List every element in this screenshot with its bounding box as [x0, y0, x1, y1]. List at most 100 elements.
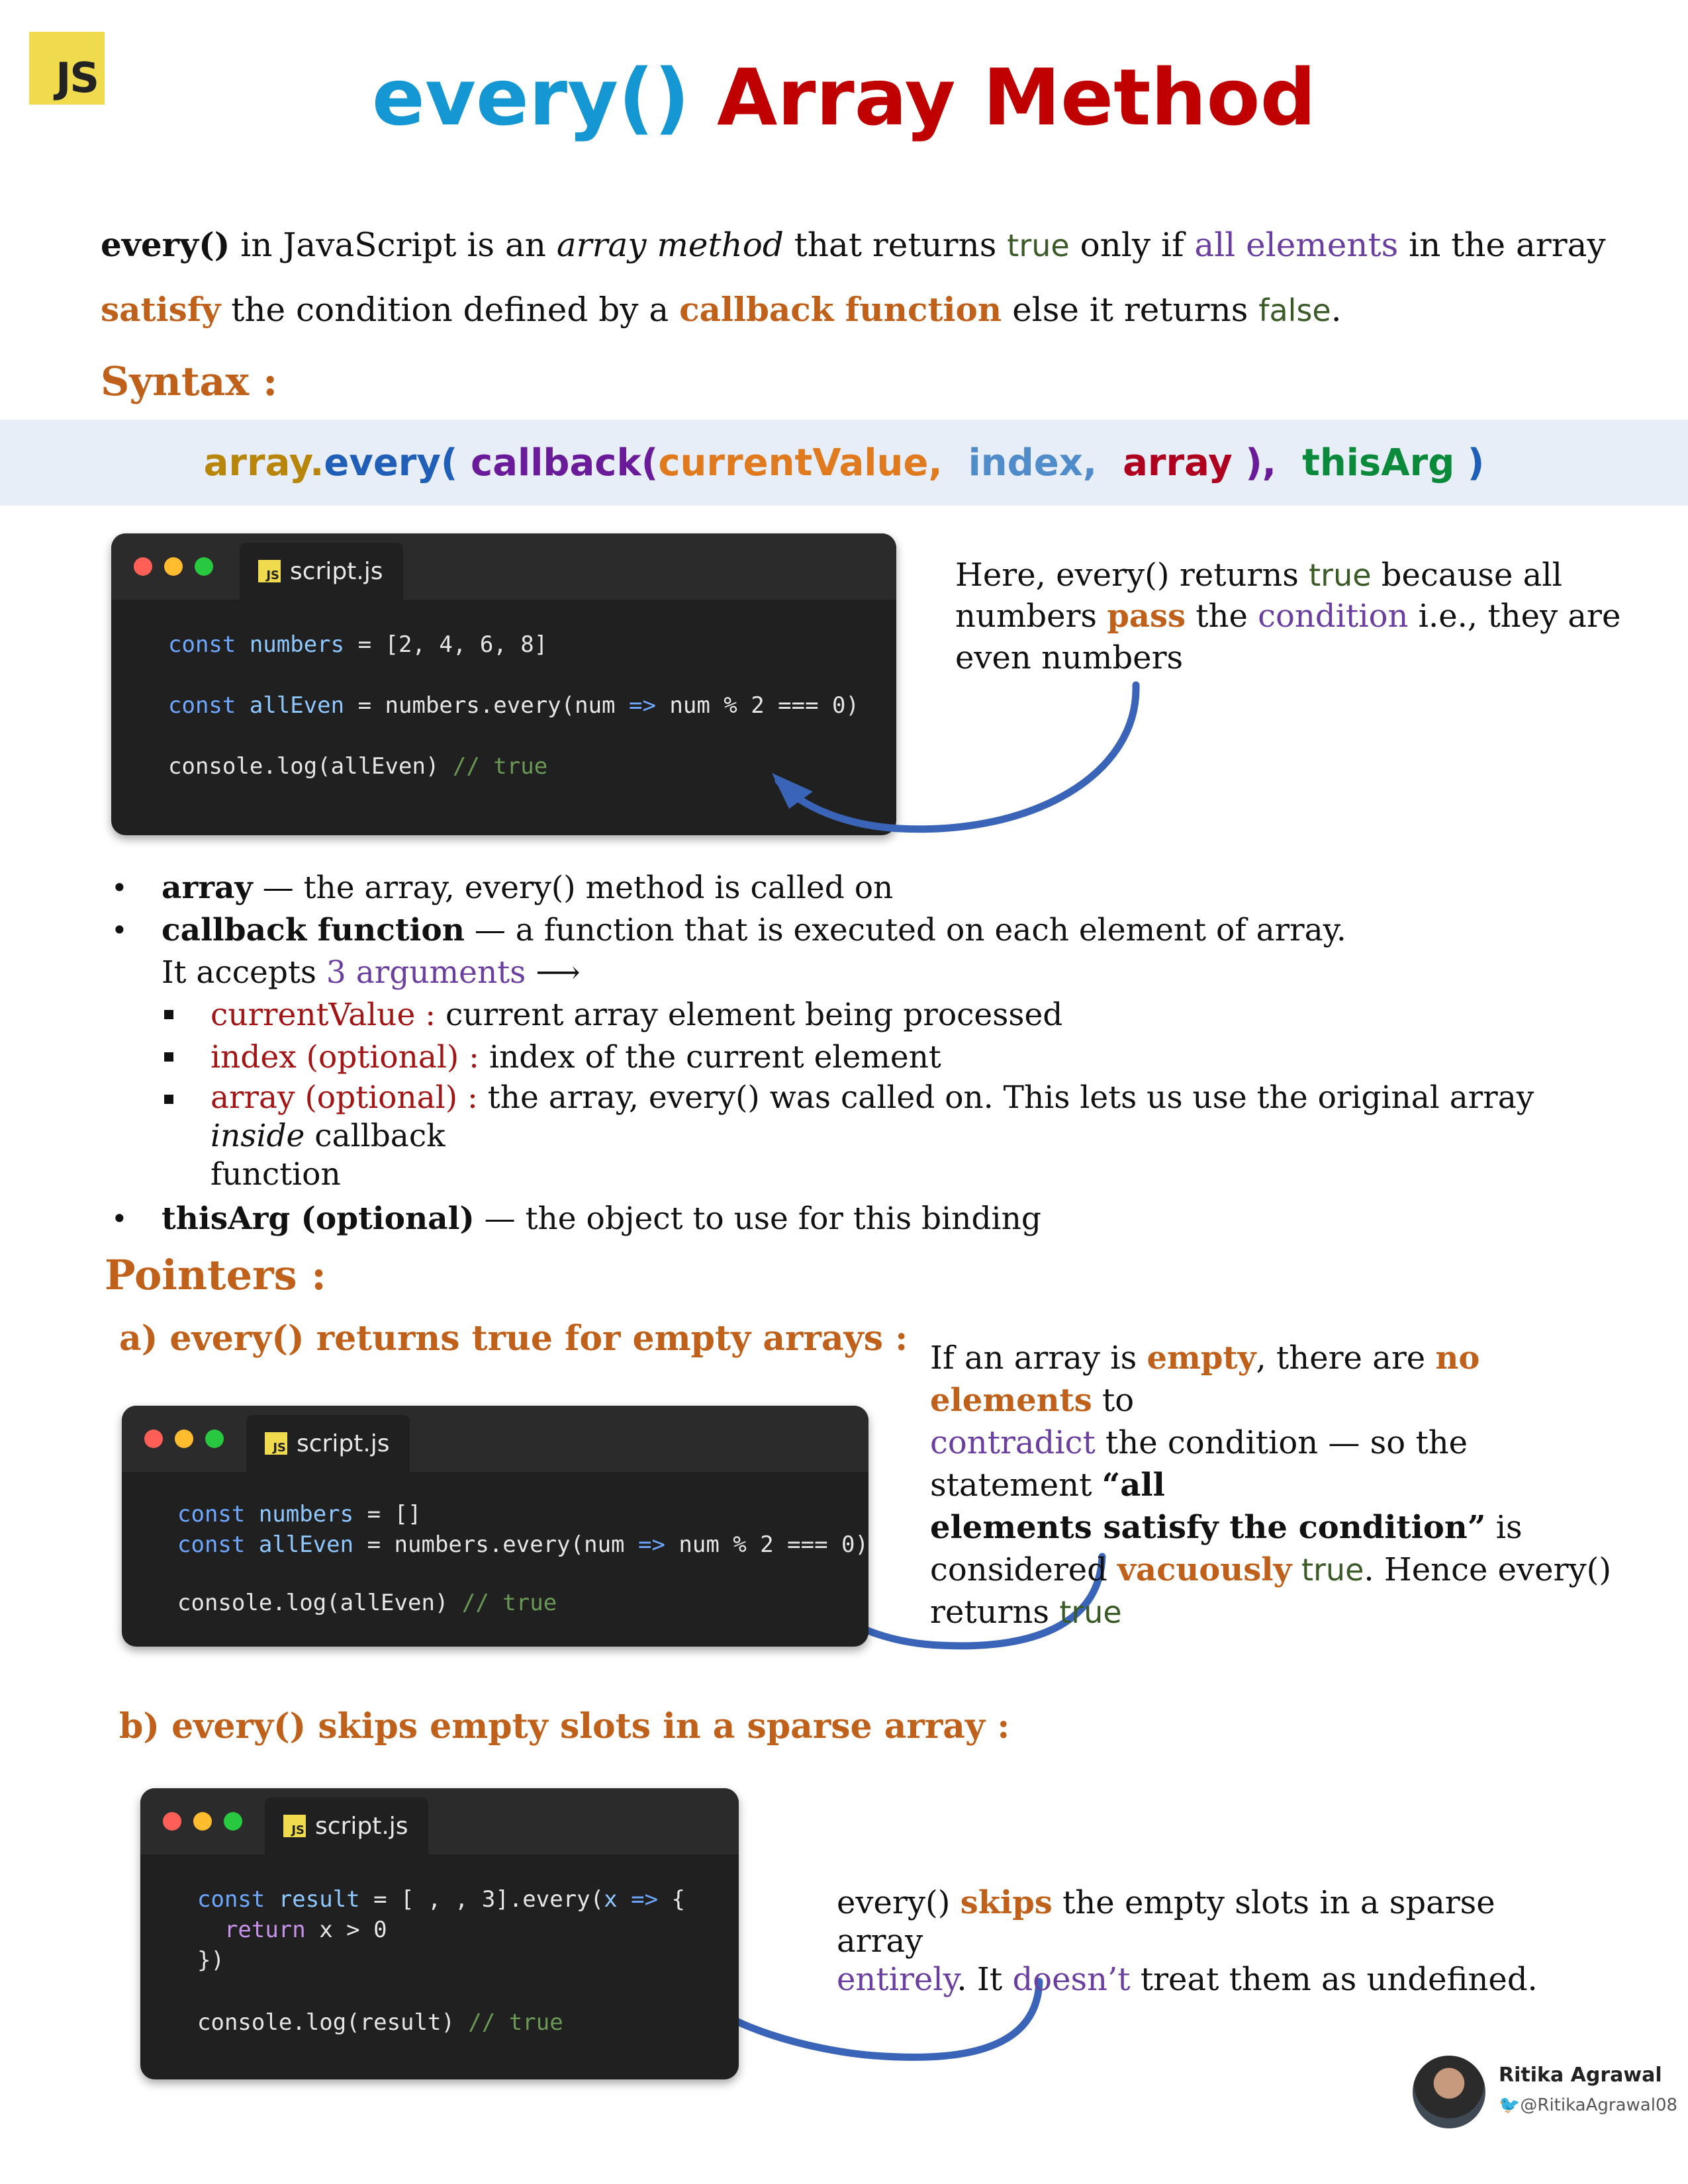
bullet-icon: •	[111, 914, 128, 946]
param-desc: — the object to use for this binding	[474, 1201, 1041, 1237]
arg-desc: callback	[305, 1118, 445, 1154]
maximize-dot-icon	[205, 1430, 224, 1448]
tab-script-js[interactable]: JS script.js	[265, 1797, 428, 1854]
expr: })	[197, 1947, 224, 1974]
code-window-2: JS script.js const numbers = [] const all…	[122, 1406, 868, 1647]
note-quote: “all	[1102, 1467, 1165, 1504]
list-item: • callback function — a function that is …	[106, 909, 1595, 952]
arg-desc: index of the current element	[479, 1039, 941, 1075]
arrow: =>	[631, 1886, 659, 1913]
note-2: If an array is empty, there are no eleme…	[930, 1337, 1632, 1633]
var: x	[604, 1886, 618, 1913]
call: console.log(result)	[197, 2009, 469, 2036]
author-handle: @RitikaAgrawal08	[1520, 2095, 1678, 2115]
expr: {	[658, 1886, 685, 1913]
avatar	[1413, 2056, 1485, 2128]
pointer-b-heading: b) every() skips empty slots in a sparse…	[119, 1706, 1010, 1747]
arg-name: currentValue :	[211, 997, 436, 1033]
arrow: =>	[638, 1531, 665, 1558]
arg-desc: the array, every() was called on. This l…	[477, 1079, 1534, 1116]
sub-list-item: array (optional) : the array, every() wa…	[106, 1079, 1595, 1194]
code-line: return x > 0	[197, 1917, 387, 1943]
kw: const	[197, 1886, 265, 1913]
arg-name: index (optional) :	[211, 1039, 480, 1075]
arg-desc: function	[211, 1156, 341, 1193]
note-contradict: contradict	[930, 1424, 1096, 1461]
square-bullet-icon	[164, 1095, 173, 1104]
param-desc: — the array, every() method is called on	[252, 870, 894, 906]
expr: = []	[353, 1501, 422, 1527]
comment: // true	[461, 1590, 557, 1616]
note-quote: elements satisfy the condition”	[930, 1509, 1486, 1546]
minimize-dot-icon	[175, 1430, 193, 1448]
square-bullet-icon	[164, 1010, 173, 1019]
tab-label: script.js	[297, 1430, 390, 1457]
list-item: • thisArg (optional) — the object to use …	[106, 1198, 1595, 1240]
kw: const	[177, 1531, 246, 1558]
expr: = [ , , 3].every(	[359, 1886, 604, 1913]
code-window-3: JS script.js const result = [ , , 3].ever…	[140, 1788, 739, 2079]
param-name: callback function	[162, 912, 465, 948]
note-text: . Hence every()	[1364, 1551, 1612, 1588]
code-titlebar: JS script.js	[140, 1788, 739, 1854]
bullet-icon: •	[111, 1203, 128, 1235]
author-name: Ritika Agrawal	[1499, 2064, 1662, 2087]
note-skips: skips	[960, 1884, 1053, 1921]
arrow-right-icon: ⟶	[526, 954, 581, 991]
var: numbers	[245, 1501, 354, 1527]
kw: const	[177, 1501, 246, 1527]
param-name: array	[162, 870, 253, 906]
note-empty: empty	[1147, 1340, 1256, 1377]
curved-arrow-icon	[774, 681, 1140, 833]
note-true: true	[1059, 1594, 1122, 1630]
close-dot-icon	[144, 1430, 163, 1448]
expr: x > 0	[305, 1917, 387, 1943]
code-line: const result = [ , , 3].every(x => {	[197, 1886, 685, 1913]
maximize-dot-icon	[224, 1812, 242, 1831]
js-file-icon: JS	[283, 1815, 306, 1837]
code-line: console.log(result) // true	[197, 2009, 563, 2036]
code-line: console.log(allEven) // true	[177, 1590, 557, 1616]
minimize-dot-icon	[193, 1812, 212, 1831]
expr	[618, 1886, 631, 1913]
square-bullet-icon	[164, 1052, 173, 1062]
sub-list-item: index (optional) : index of the current …	[106, 1036, 1595, 1079]
note-text: returns	[930, 1594, 1060, 1631]
author-handle-row[interactable]: 🐦@RitikaAgrawal08	[1499, 2095, 1677, 2115]
arg-desc-italic: inside	[211, 1118, 305, 1154]
code-titlebar: JS script.js	[122, 1406, 868, 1472]
param-desc: It accepts	[162, 954, 326, 991]
note-text: If an array is	[930, 1340, 1147, 1377]
kw: return	[197, 1917, 306, 1943]
code-line: })	[197, 1947, 224, 1974]
note-doesnt: doesn’t	[1012, 1961, 1131, 1998]
note-text: is	[1485, 1509, 1523, 1546]
note-text: considered	[930, 1551, 1118, 1588]
var: allEven	[245, 1531, 354, 1558]
parameter-list: • array — the array, every() method is ca…	[106, 867, 1595, 1240]
pointers-heading: Pointers :	[105, 1251, 327, 1299]
tab-script-js[interactable]: JS script.js	[246, 1415, 410, 1472]
pointer-a-heading: a) every() returns true for empty arrays…	[119, 1318, 908, 1359]
list-item: • array — the array, every() method is ca…	[106, 867, 1595, 909]
list-item-continuation: It accepts 3 arguments ⟶	[106, 952, 1595, 994]
param-desc: — a function that is executed on each el…	[464, 912, 1346, 948]
expr: num % 2 === 0)	[665, 1531, 868, 1558]
param-count: 3 arguments	[326, 954, 526, 991]
note-entirely: entirely	[837, 1961, 957, 1998]
note-text: every()	[837, 1884, 961, 1921]
arg-desc: current array element being processed	[436, 997, 1063, 1033]
var: result	[265, 1886, 360, 1913]
twitter-icon: 🐦	[1499, 2095, 1521, 2115]
js-file-icon: JS	[265, 1432, 287, 1455]
expr: = numbers.every(num	[353, 1531, 638, 1558]
comment: // true	[468, 2009, 563, 2036]
code-line: const numbers = []	[177, 1501, 421, 1527]
code-line: const allEven = numbers.every(num => num…	[177, 1531, 868, 1558]
note-text: , there are	[1256, 1340, 1436, 1377]
arg-name: array (optional) :	[211, 1079, 478, 1116]
bullet-icon: •	[111, 872, 128, 904]
note-text: . It	[957, 1961, 1013, 1998]
sub-list-item: currentValue : current array element bei…	[106, 994, 1595, 1036]
close-dot-icon	[163, 1812, 181, 1831]
